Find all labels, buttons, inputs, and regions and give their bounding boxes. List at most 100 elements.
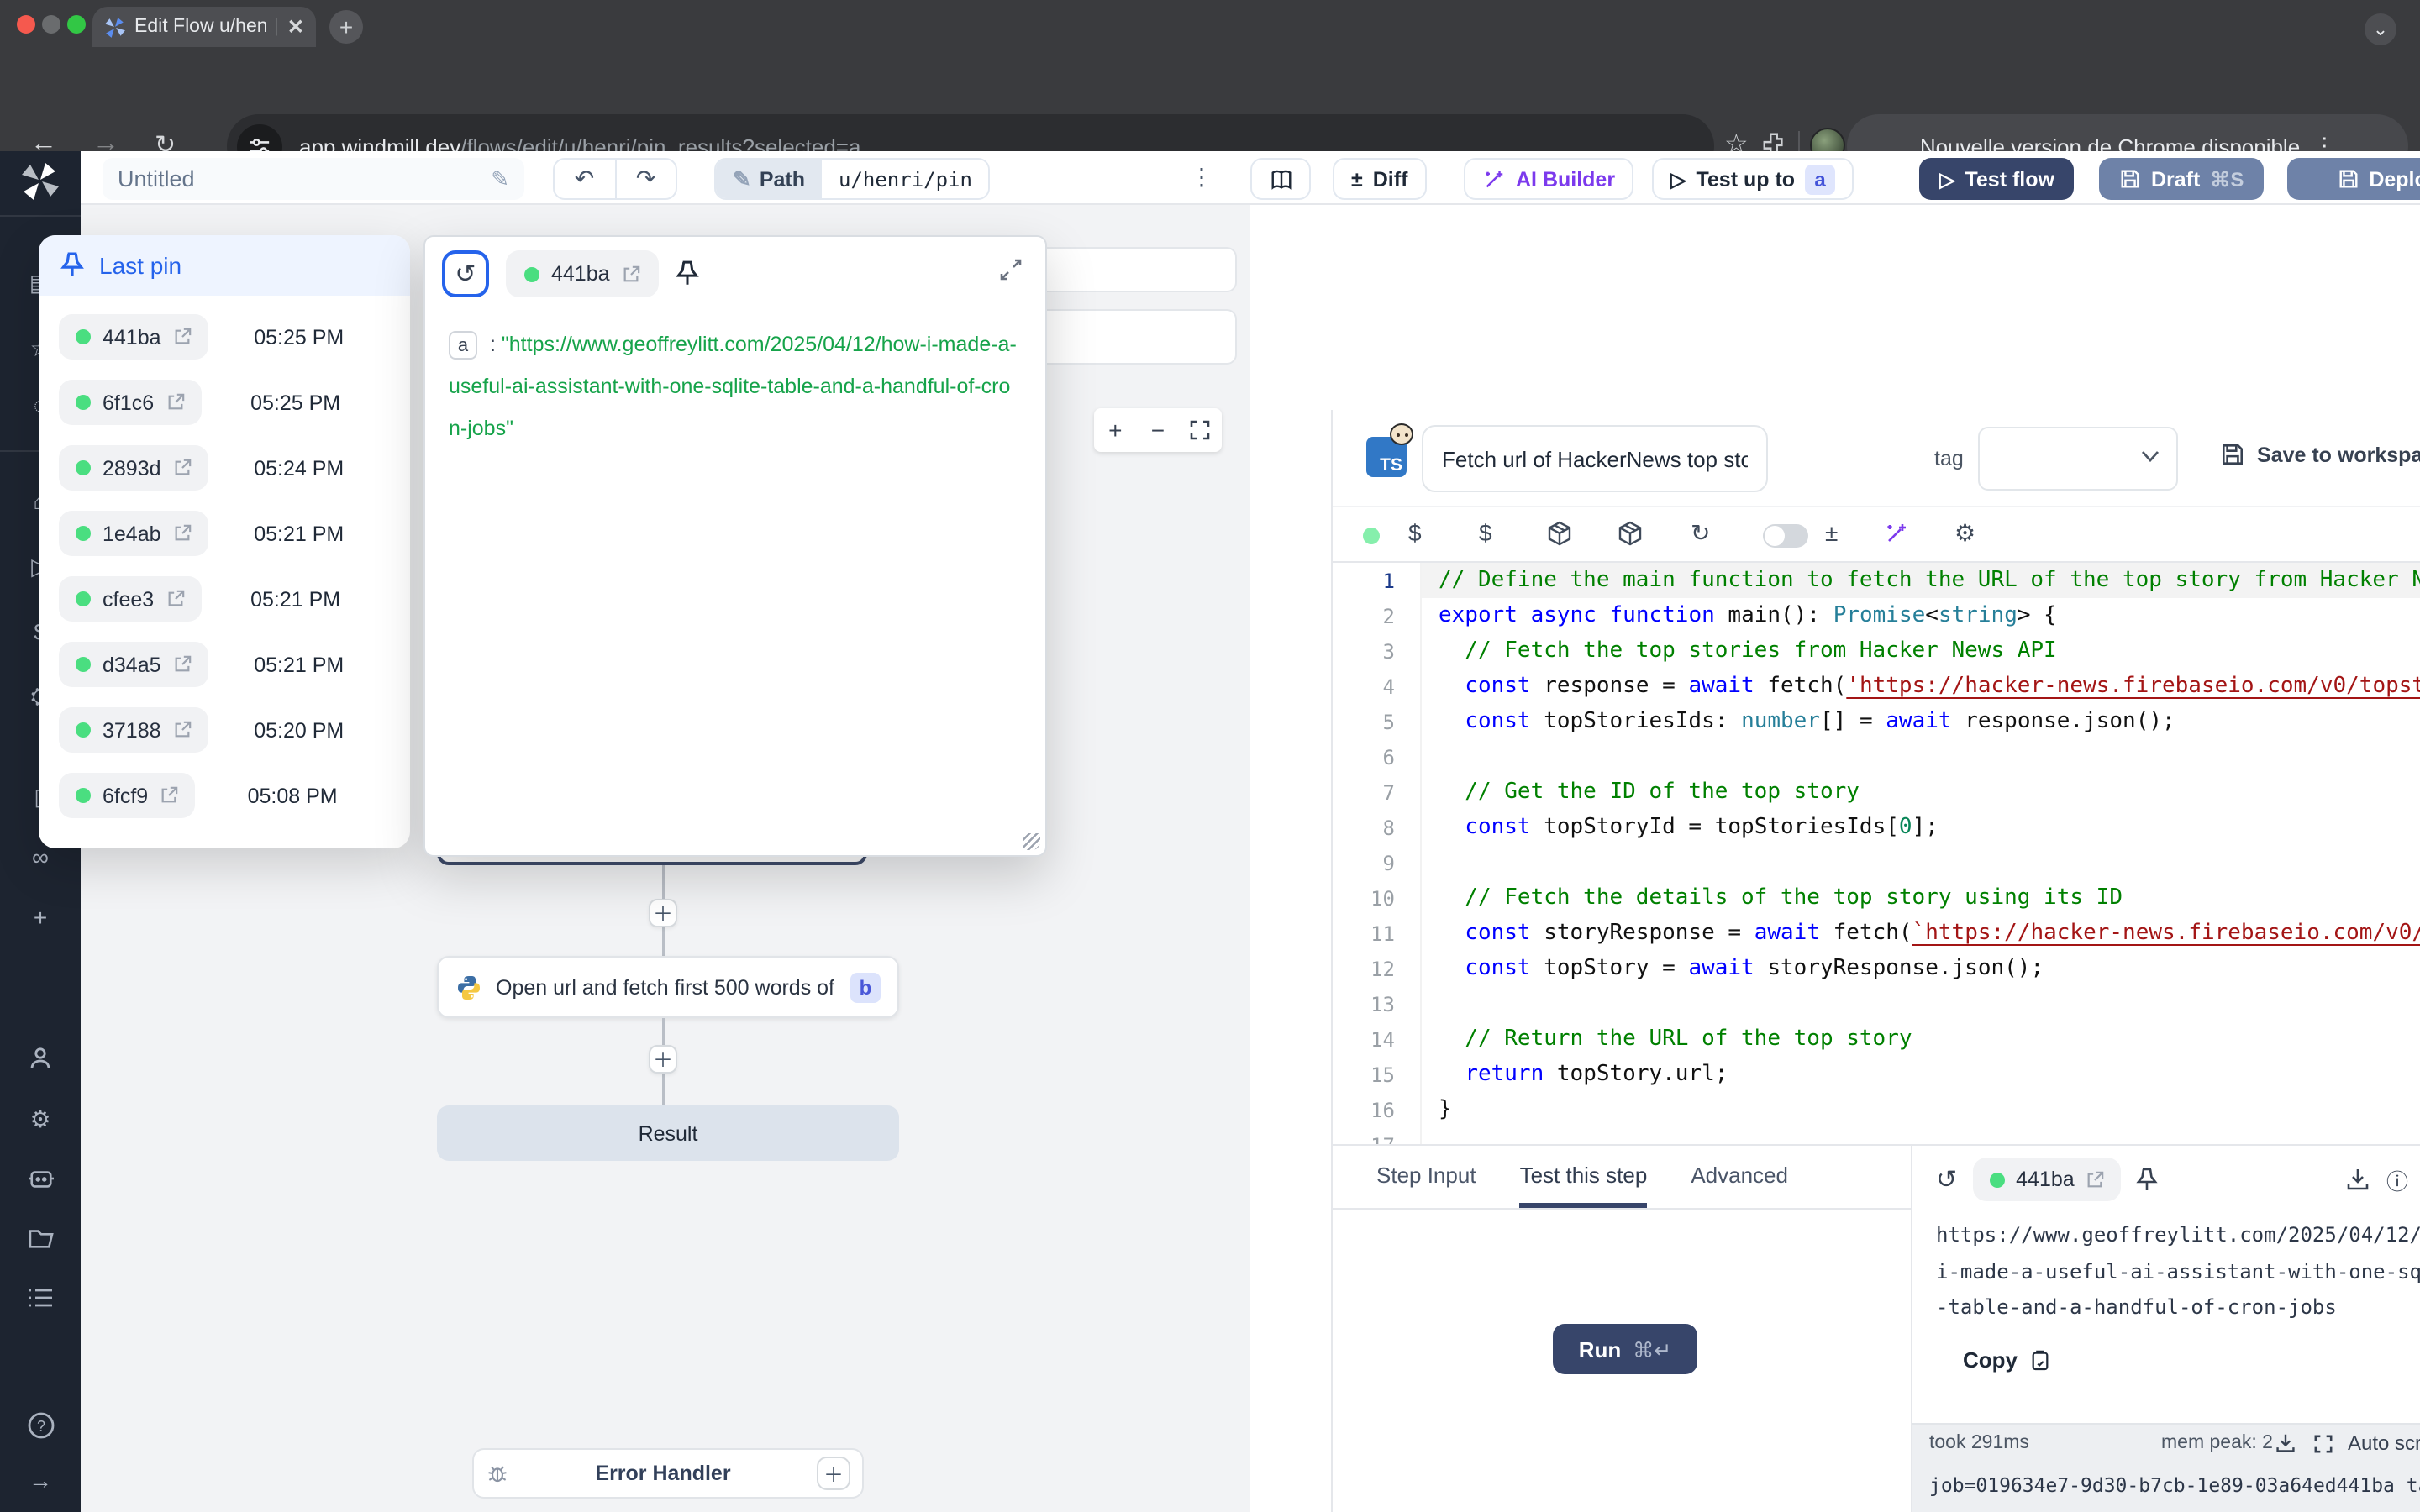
flow-summary-field[interactable]: Untitled ✎ [103,158,524,200]
pin-id-chip[interactable]: 6fcf9 [59,773,195,818]
settings-gear-icon[interactable]: ⚙ [1954,519,1975,548]
last-pin-item[interactable]: 2893d05:24 PM [39,435,410,501]
pin-id-chip[interactable]: d34a5 [59,642,208,687]
browser-tab[interactable]: Edit Flow u/henri/pin_results | ✕ [92,7,316,47]
package-icon[interactable] [1618,521,1642,546]
ai-wand-icon[interactable] [1884,521,1909,546]
more-options-icon[interactable]: ⋮ [1190,163,1213,192]
external-link-icon[interactable] [173,328,192,346]
resize-handle-icon[interactable] [1023,833,1040,850]
window-close-button[interactable] [17,14,35,33]
external-link-icon[interactable] [173,721,192,739]
external-link-icon[interactable] [622,265,640,283]
plus-minus-icon[interactable]: ± [1825,519,1838,546]
external-link-icon[interactable] [160,786,178,805]
tag-select[interactable] [1978,427,2178,491]
pin-id-chip[interactable]: cfee3 [59,576,201,622]
sidebar-item-add[interactable]: + [0,904,81,931]
tab-test-this-step[interactable]: Test this step [1520,1146,1648,1208]
tab-list-chevron-icon[interactable]: ⌄ [2365,13,2396,45]
result-node[interactable]: Result [437,1105,899,1161]
last-pin-item[interactable]: cfee305:21 PM [39,566,410,632]
download-icon[interactable] [2275,1433,2296,1453]
last-pin-item[interactable]: 3718805:20 PM [39,697,410,763]
refresh-icon[interactable]: ↻ [1691,519,1710,548]
diff-button[interactable]: ± Diff [1333,158,1426,200]
log-panel[interactable]: took 291ms mem peak: 2 Auto scroll ✓ [1912,1423,2420,1512]
external-link-icon[interactable] [173,524,192,543]
zoom-in-button[interactable]: + [1094,417,1137,444]
pin-icon[interactable] [2137,1167,2159,1192]
pin-id-chip[interactable]: 37188 [59,707,208,753]
fit-view-button[interactable] [1179,420,1222,440]
test-flow-button[interactable]: ▷ Test flow [1919,158,2075,200]
window-minimize-button[interactable] [42,14,60,33]
last-pin-item[interactable]: 6f1c605:25 PM [39,370,410,435]
new-tab-button[interactable]: + [329,10,363,44]
code-editor[interactable]: 1// Define the main function to fetch th… [1333,563,2420,1144]
history-button[interactable]: ↺ [442,250,489,297]
sidebar-item-groups[interactable] [0,1287,81,1309]
result-pin-chip[interactable]: 441ba [1972,1158,2122,1201]
expand-sidebar-icon[interactable]: → [0,1467,81,1494]
pin-id-chip[interactable]: 441ba [506,250,659,297]
path-control[interactable]: ✎Path u/henri/pin [714,158,991,200]
tab-close-icon[interactable]: ✕ [287,15,304,39]
external-link-icon[interactable] [2086,1170,2105,1189]
external-link-icon[interactable] [173,459,192,477]
error-handler-node[interactable]: Error Handler ＋ [472,1448,864,1499]
docs-button[interactable] [1250,158,1311,200]
code-line: 10 // Fetch the details of the top story… [1333,880,2420,916]
expand-icon[interactable] [2314,1434,2333,1452]
tab-advanced[interactable]: Advanced [1691,1146,1788,1208]
pin-icon[interactable] [676,260,699,287]
pin-id-chip[interactable]: 1e4ab [59,511,208,556]
last-pin-item[interactable]: d34a505:21 PM [39,632,410,697]
step-name-input[interactable] [1422,425,1768,492]
last-pin-item[interactable]: 1e4ab05:21 PM [39,501,410,566]
auto-scroll-label[interactable]: Auto scroll [2348,1431,2420,1455]
pin-id-chip[interactable]: 441ba [59,314,208,360]
insert-step-button[interactable]: ＋ [649,1045,677,1074]
external-link-icon[interactable] [173,655,192,674]
sidebar-item-folders[interactable] [0,1226,81,1250]
popup-json-body: a : "https://www.geoffreylitt.com/2025/0… [425,297,1045,477]
resources-icon[interactable]: $ [1479,519,1492,546]
deploy-button[interactable]: Deploy [2287,158,2420,200]
run-button[interactable]: Run ⌘↵ [1553,1324,1697,1374]
ai-builder-button[interactable]: AI Builder [1464,158,1634,200]
pin-time: 05:21 PM [208,522,390,545]
expand-popup-icon[interactable] [1000,258,1022,280]
diff-mode-toggle[interactable] [1763,524,1808,548]
test-up-to-button[interactable]: ▷ Test up to a [1652,158,1854,200]
sidebar-item-settings[interactable]: ⚙ [0,1105,81,1134]
package-icon[interactable] [1548,521,1571,546]
last-pin-item[interactable]: 6fcf905:08 PM [39,763,410,828]
tab-step-input[interactable]: Step Input [1376,1146,1476,1208]
windmill-logo-icon[interactable] [18,161,62,202]
sidebar-item-workers[interactable] [0,1166,81,1191]
pin-id-chip[interactable]: 6f1c6 [59,380,201,425]
add-error-handler-button[interactable]: ＋ [817,1457,850,1490]
result-badge: 441ba [2016,1168,2075,1191]
undo-button[interactable]: ↶ [555,160,616,198]
insert-step-button[interactable]: ＋ [649,899,677,927]
info-icon[interactable]: ⓘ [2386,1163,2408,1195]
external-link-icon[interactable] [166,393,184,412]
zoom-out-button[interactable]: − [1137,417,1180,444]
python-step-node[interactable]: Open url and fetch first 500 words of ..… [437,956,899,1018]
redo-button[interactable]: ↷ [616,160,676,198]
history-icon[interactable]: ↺ [1936,1164,1957,1194]
sidebar-item-user[interactable] [0,1045,81,1072]
save-draft-button[interactable]: Draft ⌘S [2099,158,2264,200]
download-icon[interactable] [2346,1168,2370,1191]
copy-button[interactable]: Copy [1912,1326,2420,1372]
help-icon[interactable]: ? [0,1411,81,1440]
last-pin-header[interactable]: Last pin [39,235,410,296]
variables-icon[interactable]: $ [1408,519,1422,546]
pin-id-chip[interactable]: 2893d [59,445,208,491]
save-to-workspace-button[interactable]: Save to workspace [2220,442,2420,467]
external-link-icon[interactable] [166,590,184,608]
last-pin-item[interactable]: 441ba05:25 PM [39,304,410,370]
window-zoom-button[interactable] [67,14,86,33]
